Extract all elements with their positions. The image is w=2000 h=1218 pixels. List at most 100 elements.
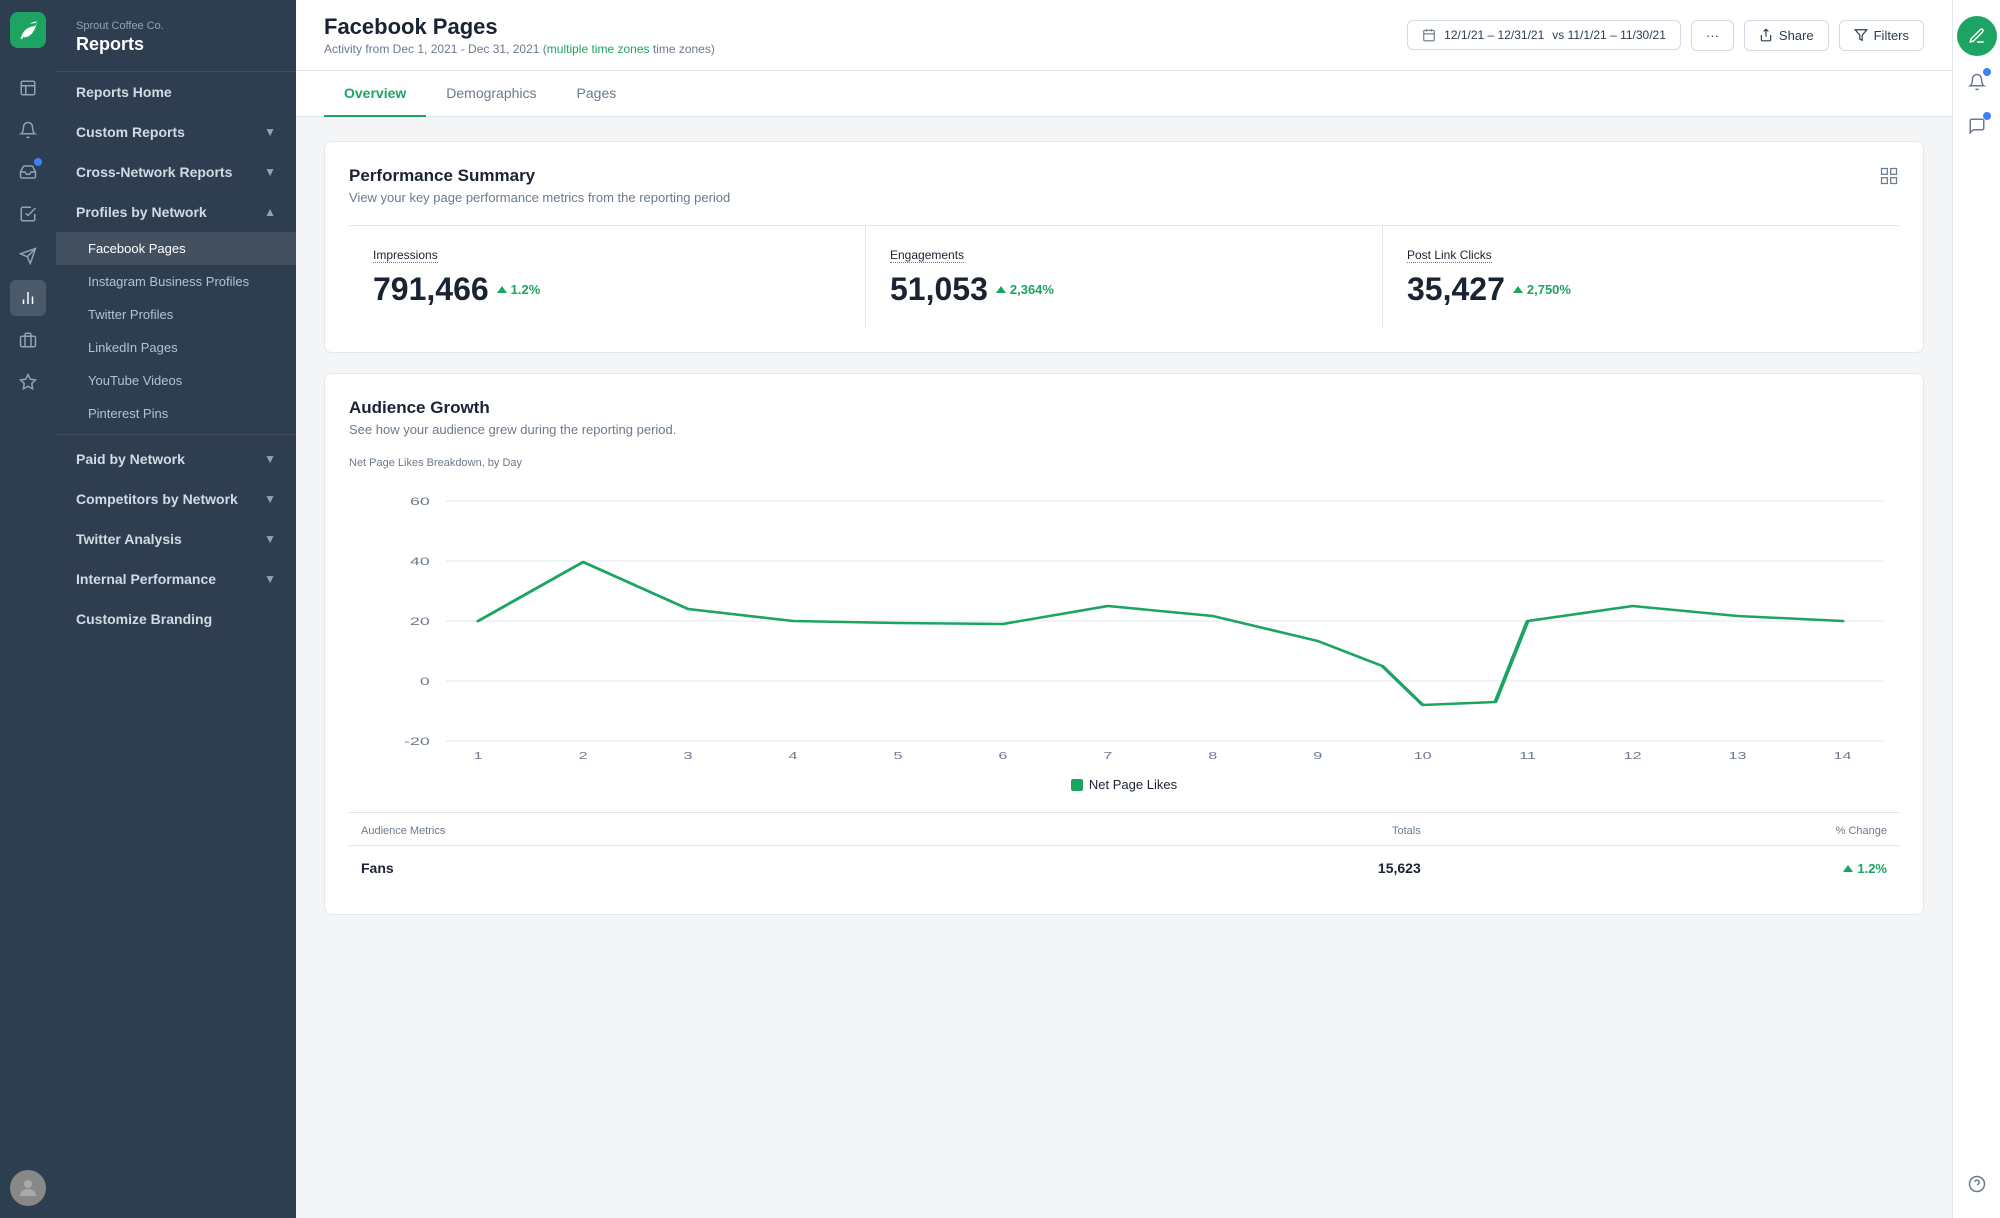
svg-text:8: 8 xyxy=(1208,750,1217,761)
impressions-up-arrow-icon xyxy=(497,286,507,293)
metrics-row: Impressions 791,466 1.2% Engagements 51,… xyxy=(349,225,1899,328)
filters-button[interactable]: Filters xyxy=(1839,20,1924,51)
filters-label: Filters xyxy=(1874,28,1909,43)
rail-publish-icon[interactable] xyxy=(10,238,46,274)
impressions-change: 1.2% xyxy=(497,282,541,297)
rail-tasks-icon[interactable] xyxy=(10,196,46,232)
chevron-cross-network-icon: ▼ xyxy=(264,165,276,179)
sidebar-item-customize-branding-label: Customize Branding xyxy=(76,611,212,627)
sidebar-header: Sprout Coffee Co. Reports xyxy=(56,0,296,72)
share-label: Share xyxy=(1779,28,1814,43)
legend-label: Net Page Likes xyxy=(1089,777,1177,792)
svg-text:0: 0 xyxy=(420,676,430,688)
rail-notifications-icon[interactable] xyxy=(10,112,46,148)
svg-text:6: 6 xyxy=(998,750,1007,761)
svg-text:2: 2 xyxy=(579,750,588,761)
svg-text:12: 12 xyxy=(1624,750,1642,761)
engagements-change: 2,364% xyxy=(996,282,1054,297)
sidebar-sub-item-twitter-profiles[interactable]: Twitter Profiles xyxy=(56,298,296,331)
svg-text:9: 9 xyxy=(1313,750,1322,761)
chevron-custom-reports-icon: ▼ xyxy=(264,125,276,139)
sidebar-sub-item-twitter-label: Twitter Profiles xyxy=(88,307,173,322)
svg-text:5: 5 xyxy=(893,750,902,761)
sidebar-sub-item-linkedin[interactable]: LinkedIn Pages xyxy=(56,331,296,364)
topbar: Facebook Pages Activity from Dec 1, 2021… xyxy=(296,0,1952,71)
audience-metrics-table-container: Audience Metrics Totals % Change Fans 15… xyxy=(349,812,1899,890)
sidebar-sub-item-youtube[interactable]: YouTube Videos xyxy=(56,364,296,397)
time-zones-link[interactable]: multiple time zones xyxy=(547,42,650,56)
sidebar-sub-item-linkedin-label: LinkedIn Pages xyxy=(88,340,178,355)
inbox-badge xyxy=(34,158,42,166)
rail-automation-icon[interactable] xyxy=(10,322,46,358)
share-button[interactable]: Share xyxy=(1744,20,1829,51)
tab-demographics[interactable]: Demographics xyxy=(426,71,556,117)
sidebar-title: Reports xyxy=(76,34,276,55)
sidebar-sub-item-youtube-label: YouTube Videos xyxy=(88,373,182,388)
logo-icon[interactable] xyxy=(10,12,46,48)
filters-icon xyxy=(1854,28,1868,42)
date-picker-button[interactable]: 12/1/21 – 12/31/21 vs 11/1/21 – 11/30/21 xyxy=(1407,20,1681,50)
right-rail-compose-icon[interactable] xyxy=(1957,16,1997,56)
right-rail-chat-icon[interactable] xyxy=(1959,108,1995,144)
performance-summary-subtitle: View your key page performance metrics f… xyxy=(349,190,730,205)
sidebar-item-customize-branding[interactable]: Customize Branding xyxy=(56,599,296,639)
legend-net-page-likes: Net Page Likes xyxy=(1071,777,1177,792)
chevron-internal-performance-icon: ▼ xyxy=(264,572,276,586)
fans-up-arrow-icon xyxy=(1843,865,1853,872)
sidebar-sub-item-pinterest-label: Pinterest Pins xyxy=(88,406,168,421)
tab-overview[interactable]: Overview xyxy=(324,71,426,117)
icon-rail xyxy=(0,0,56,1218)
sidebar-item-internal-performance[interactable]: Internal Performance ▼ xyxy=(56,559,296,599)
right-rail-help-icon[interactable] xyxy=(1959,1166,1995,1202)
performance-summary-grid-icon[interactable] xyxy=(1879,166,1899,191)
row-metric-label: Fans xyxy=(349,846,1019,891)
sidebar-item-custom-reports[interactable]: Custom Reports ▼ xyxy=(56,112,296,152)
sidebar-item-competitors[interactable]: Competitors by Network ▼ xyxy=(56,479,296,519)
rail-compose-icon[interactable] xyxy=(10,70,46,106)
date-range-label: 12/1/21 – 12/31/21 xyxy=(1444,28,1544,42)
sidebar: Sprout Coffee Co. Reports Reports Home C… xyxy=(56,0,296,1218)
sidebar-item-paid[interactable]: Paid by Network ▼ xyxy=(56,439,296,479)
sidebar-item-profiles-by-network[interactable]: Profiles by Network ▲ xyxy=(56,192,296,232)
svg-text:1: 1 xyxy=(474,750,483,761)
more-options-button[interactable]: ··· xyxy=(1691,20,1734,51)
svg-text:13: 13 xyxy=(1729,750,1747,761)
metric-engagements: Engagements 51,053 2,364% xyxy=(866,226,1383,328)
rail-reviews-icon[interactable] xyxy=(10,364,46,400)
user-avatar[interactable] xyxy=(10,1170,46,1206)
calendar-icon xyxy=(1422,28,1436,42)
col-audience-metrics: Audience Metrics xyxy=(349,817,1019,846)
svg-text:20: 20 xyxy=(410,616,430,628)
sidebar-sub-item-pinterest[interactable]: Pinterest Pins xyxy=(56,397,296,430)
audience-metrics-table: Audience Metrics Totals % Change Fans 15… xyxy=(349,817,1899,890)
tab-pages[interactable]: Pages xyxy=(557,71,637,117)
chart-area: 60 40 20 0 -20 1 Dec 2 3 4 5 6 7 8 9 xyxy=(349,481,1899,761)
sidebar-item-reports-home[interactable]: Reports Home xyxy=(56,72,296,112)
sidebar-item-reports-home-label: Reports Home xyxy=(76,84,172,100)
audience-chart-line xyxy=(478,562,1842,705)
tab-demographics-label: Demographics xyxy=(446,85,536,101)
svg-text:4: 4 xyxy=(789,750,799,761)
right-rail-bell-icon[interactable] xyxy=(1959,64,1995,100)
right-rail xyxy=(1952,0,2000,1218)
sidebar-sub-item-instagram[interactable]: Instagram Business Profiles xyxy=(56,265,296,298)
share-icon xyxy=(1759,28,1773,42)
tab-overview-label: Overview xyxy=(344,85,406,101)
chart-label: Net Page Likes Breakdown, by Day xyxy=(349,457,1899,469)
page-subtitle: Activity from Dec 1, 2021 - Dec 31, 2021… xyxy=(324,42,715,56)
sidebar-sub-item-facebook-pages[interactable]: Facebook Pages xyxy=(56,232,296,265)
audience-growth-card: Audience Growth See how your audience gr… xyxy=(324,373,1924,915)
sidebar-item-twitter-analysis[interactable]: Twitter Analysis ▼ xyxy=(56,519,296,559)
post-link-clicks-up-arrow-icon xyxy=(1513,286,1523,293)
sidebar-item-cross-network[interactable]: Cross-Network Reports ▼ xyxy=(56,152,296,192)
rail-analytics-icon[interactable] xyxy=(10,280,46,316)
sidebar-divider-1 xyxy=(56,434,296,435)
performance-summary-card: Performance Summary View your key page p… xyxy=(324,141,1924,353)
more-options-icon: ··· xyxy=(1706,28,1719,43)
sidebar-item-custom-reports-label: Custom Reports xyxy=(76,124,185,140)
col-totals: Totals xyxy=(1019,817,1432,846)
legend-dot-icon xyxy=(1071,779,1083,791)
rail-inbox-icon[interactable] xyxy=(10,154,46,190)
activity-label: Activity from Dec 1, 2021 - Dec 31, 2021 xyxy=(324,42,539,56)
chevron-twitter-analysis-icon: ▼ xyxy=(264,532,276,546)
